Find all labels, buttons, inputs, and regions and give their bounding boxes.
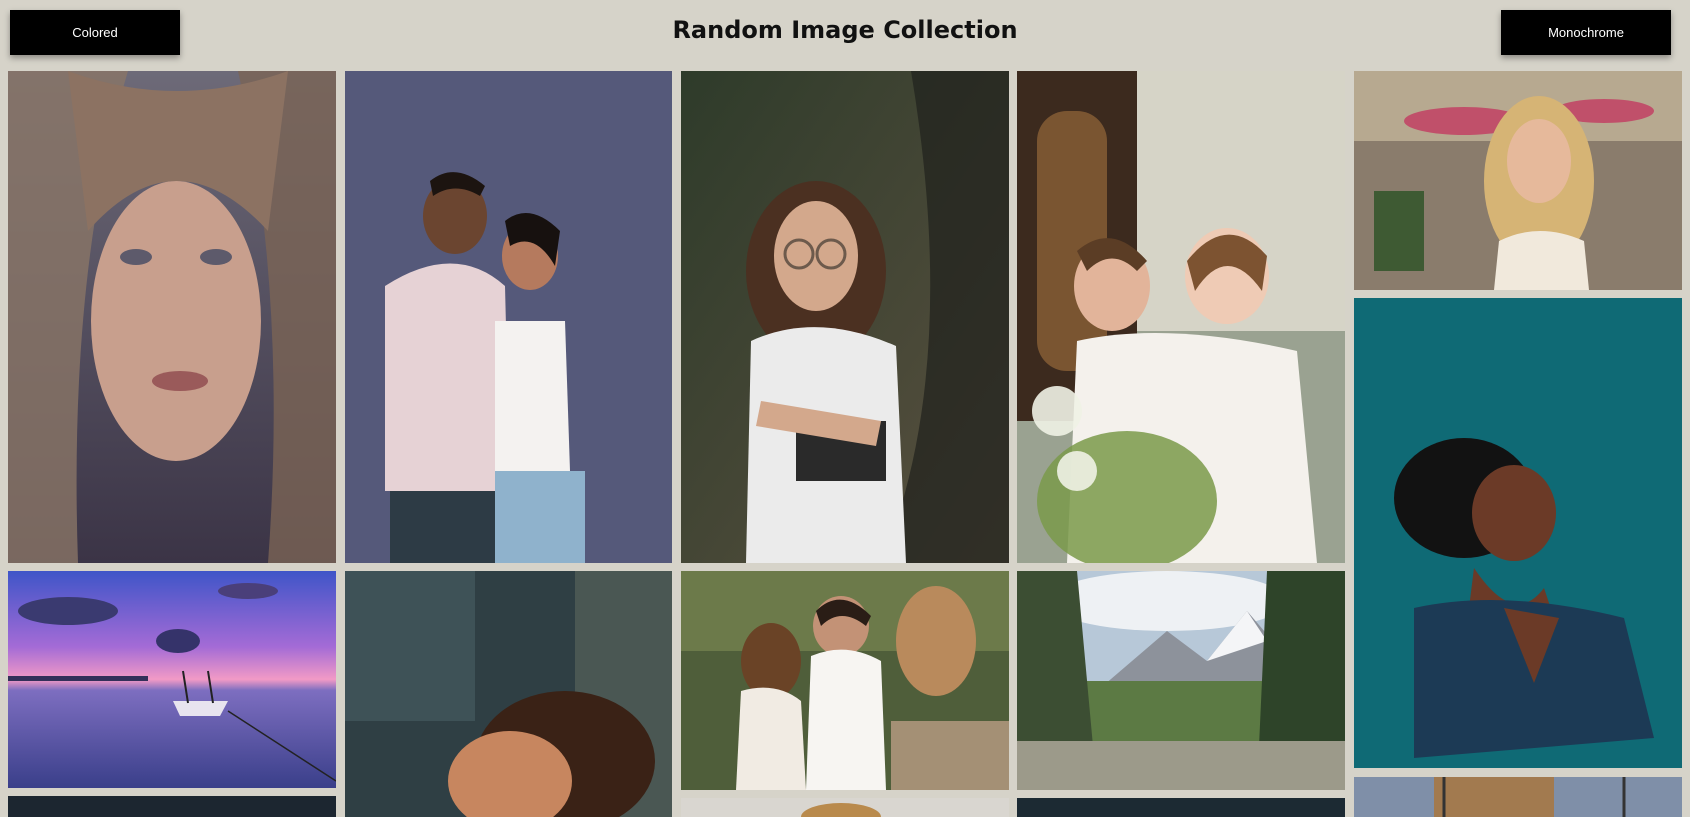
image-smiling-blonde-woman-street[interactable] <box>1354 71 1682 290</box>
image-partial-image-bottom-far-right[interactable] <box>1354 777 1682 817</box>
image-children-hugging[interactable] <box>1017 71 1345 563</box>
page-title: Random Image Collection <box>672 16 1018 44</box>
image-woman-teal-background[interactable] <box>1354 298 1682 768</box>
image-girl-with-glasses[interactable] <box>681 71 1009 563</box>
image-wedding-couple-bouquet[interactable] <box>681 571 1009 790</box>
image-partial-image-bottom-right[interactable] <box>1017 798 1345 817</box>
image-portrait-woman-long-hair[interactable] <box>8 71 336 563</box>
image-partial-image-bottom-center[interactable] <box>681 798 1009 817</box>
monochrome-button[interactable]: Monochrome <box>1501 10 1671 55</box>
image-mountain-valley-landscape[interactable] <box>1017 571 1345 790</box>
header: Colored Random Image Collection Monochro… <box>0 0 1690 64</box>
image-boat-at-sunset[interactable] <box>8 571 336 788</box>
image-partial-image-bottom-left[interactable] <box>8 796 336 817</box>
image-woman-curly-hair-looking-up[interactable] <box>345 571 672 817</box>
image-couple-embrace-studio[interactable] <box>345 71 672 563</box>
